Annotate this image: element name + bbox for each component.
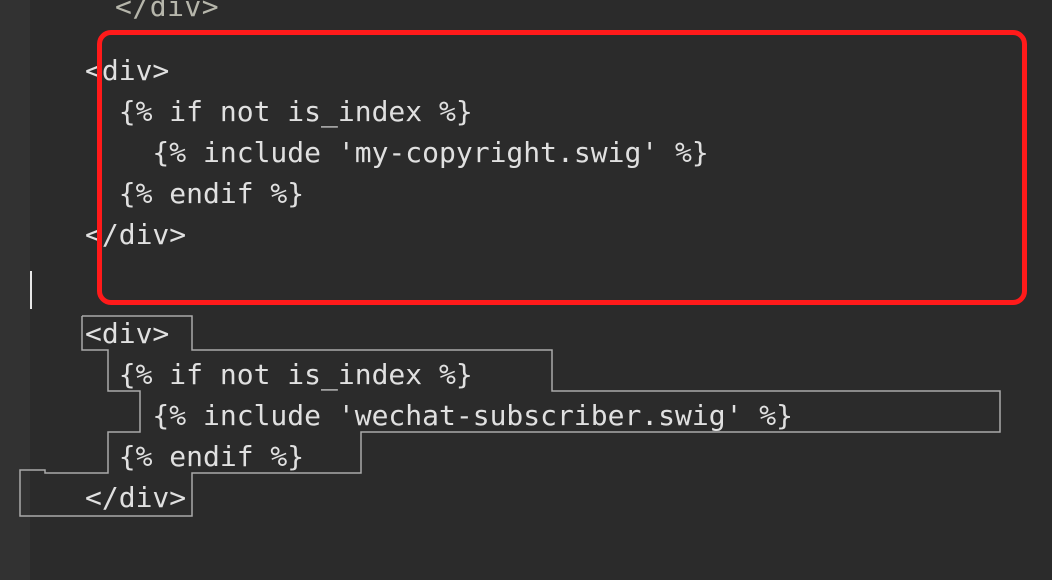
code-line: </div> (85, 477, 793, 518)
code-line: {% if not is_index %} (85, 354, 793, 395)
code-line: <div> (85, 50, 709, 91)
code-line: {% endif %} (85, 173, 709, 214)
code-line: </div> (85, 214, 709, 255)
code-line: {% include 'wechat-subscriber.swig' %} (85, 395, 793, 436)
code-line: <div> (85, 313, 793, 354)
text-cursor (30, 271, 32, 309)
code-line: {% include 'my-copyright.swig' %} (85, 132, 709, 173)
code-line: {% endif %} (85, 436, 793, 477)
code-line-fragment: </div> (30, 0, 219, 27)
code-line: {% if not is_index %} (85, 91, 709, 132)
gutter (0, 0, 30, 580)
code-block-diff: <div> {% if not is_index %} {% include '… (85, 313, 793, 518)
code-block-highlighted: <div> {% if not is_index %} {% include '… (85, 50, 709, 255)
